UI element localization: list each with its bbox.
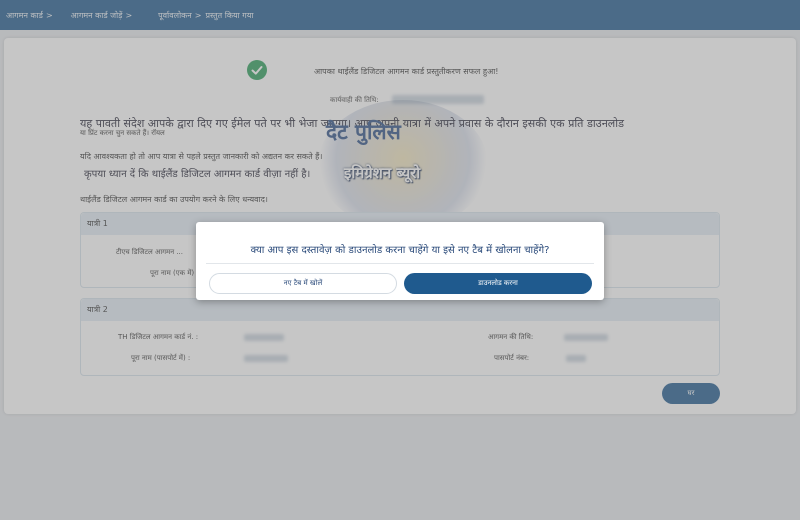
dialog-divider [206, 263, 594, 264]
open-new-tab-button[interactable]: नए टैब में खोलें [209, 273, 397, 294]
download-dialog: क्या आप इस दस्तावेज़ को डाउनलोड करना चाह… [196, 222, 604, 300]
download-button[interactable]: डाउनलोड करना [404, 273, 592, 294]
dialog-question: क्या आप इस दस्तावेज़ को डाउनलोड करना चाह… [250, 245, 550, 256]
